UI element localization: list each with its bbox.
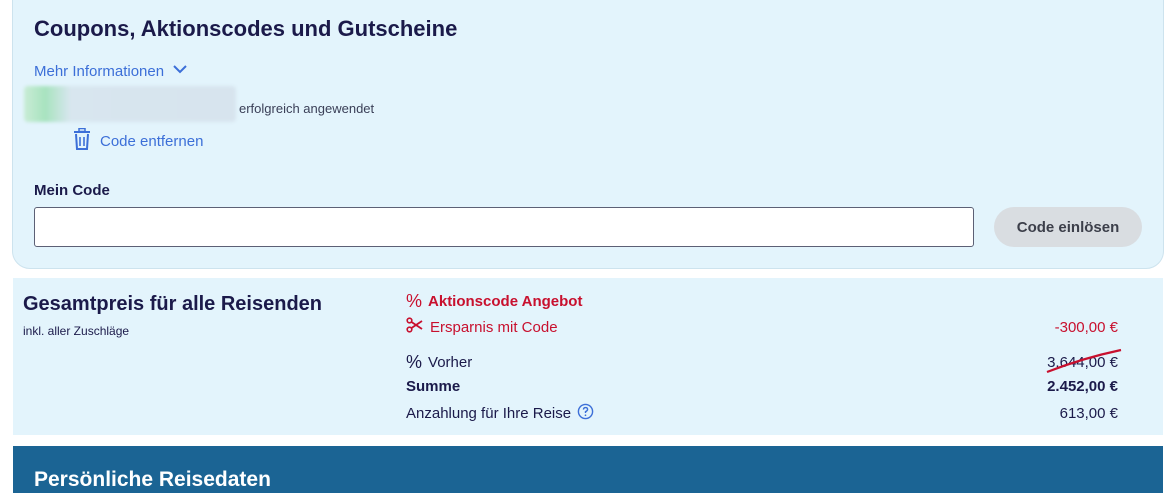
redeem-code-button[interactable]: Code einlösen bbox=[994, 207, 1142, 247]
trash-icon bbox=[72, 127, 92, 154]
savings-value: -300,00 € bbox=[1054, 318, 1118, 336]
price-summary: Gesamtpreis für alle Reisenden inkl. all… bbox=[13, 278, 1163, 435]
before-label: Vorher bbox=[428, 354, 473, 371]
code-applied-status: erfolgreich angewendet bbox=[239, 101, 375, 116]
remove-code-button[interactable]: Code entfernen bbox=[72, 127, 204, 154]
deposit-value: 613,00 € bbox=[1059, 405, 1118, 422]
savings-row: Ersparnis mit Code -300,00 € bbox=[406, 317, 1118, 337]
price-subheading: inkl. aller Zuschläge bbox=[23, 324, 130, 338]
coupon-title: Coupons, Aktionscodes und Gutscheine bbox=[34, 16, 458, 41]
promo-offer-label: Aktionscode Angebot bbox=[428, 293, 583, 310]
deposit-label: Anzahlung für Ihre Reise bbox=[406, 405, 572, 422]
total-label: Summe bbox=[406, 378, 461, 395]
total-value: 2.452,00 € bbox=[1047, 378, 1118, 395]
scissors-icon bbox=[406, 317, 424, 337]
percent-icon: % bbox=[406, 291, 423, 311]
percent-icon: % bbox=[406, 352, 423, 372]
question-circle-icon[interactable] bbox=[577, 403, 594, 424]
remove-code-label: Code entfernen bbox=[100, 132, 204, 150]
promo-offer-row: % Aktionscode Angebot bbox=[406, 291, 1118, 312]
more-info-label: Mehr Informationen bbox=[34, 62, 165, 80]
total-row: Summe 2.452,00 € bbox=[406, 378, 1118, 395]
price-heading: Gesamtpreis für alle Reisenden bbox=[23, 293, 323, 315]
before-row: % Vorher 3.644,00 € bbox=[406, 348, 1122, 374]
savings-label: Ersparnis mit Code bbox=[430, 318, 558, 336]
chevron-down-icon bbox=[172, 61, 188, 81]
personal-data-section-header: Persönliche Reisedaten bbox=[13, 446, 1163, 493]
personal-data-title: Persönliche Reisedaten bbox=[34, 468, 271, 491]
more-info-toggle[interactable]: Mehr Informationen bbox=[34, 61, 188, 81]
strikethrough-mark bbox=[1046, 348, 1122, 374]
applied-code-redacted bbox=[24, 86, 236, 122]
before-value-wrapper: 3.644,00 € bbox=[1046, 348, 1122, 374]
coupon-code-input[interactable] bbox=[34, 207, 974, 247]
code-field-label: Mein Code bbox=[34, 182, 110, 199]
deposit-row: Anzahlung für Ihre Reise 613,00 € bbox=[406, 403, 1118, 424]
